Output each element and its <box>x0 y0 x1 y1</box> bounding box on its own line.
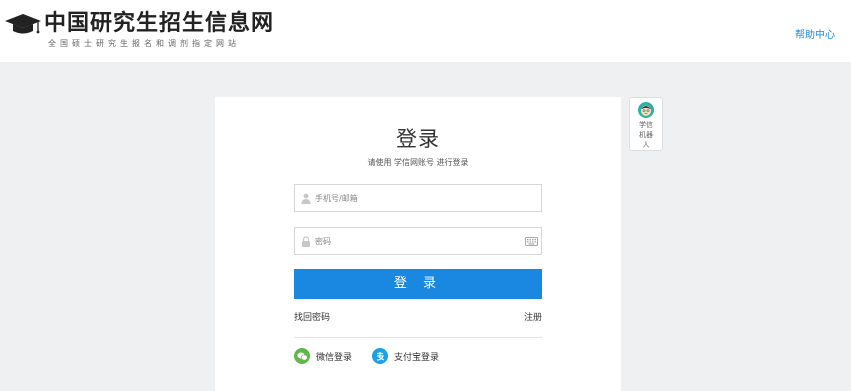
wechat-icon <box>294 348 310 364</box>
alipay-login-link[interactable]: 支付宝登录 <box>372 348 439 364</box>
divider <box>294 337 542 338</box>
login-card: 登录 请使用 学信网账号 进行登录 手机号/邮箱 登 录 找回密码 注册 微信登… <box>215 97 621 391</box>
alipay-login-label: 支付宝登录 <box>394 352 440 363</box>
username-field[interactable] <box>294 184 542 212</box>
username-input[interactable] <box>315 185 541 211</box>
alipay-icon <box>372 348 388 364</box>
user-icon <box>301 192 311 204</box>
register-link[interactable]: 注册 <box>524 310 542 323</box>
password-field[interactable] <box>294 227 542 255</box>
robot-assistant-button[interactable]: 学信机器人 <box>629 97 663 151</box>
login-button[interactable]: 登 录 <box>294 269 542 299</box>
site-logo[interactable]: 中国研究生招生信息网 全国硕士研究生报名和调剂指定网站 <box>4 11 274 50</box>
wechat-login-label: 微信登录 <box>316 352 353 363</box>
robot-avatar-icon <box>638 102 654 118</box>
wechat-login-link[interactable]: 微信登录 <box>294 348 352 364</box>
forgot-password-link[interactable]: 找回密码 <box>294 310 330 323</box>
site-title: 中国研究生招生信息网 <box>44 11 275 36</box>
robot-label: 学信机器人 <box>639 121 653 149</box>
keyboard-icon[interactable] <box>525 236 538 246</box>
login-title: 登录 <box>396 127 440 151</box>
help-center-link[interactable]: 帮助中心 <box>795 26 835 41</box>
password-input[interactable] <box>315 228 525 254</box>
graduation-cap-icon <box>5 14 41 34</box>
main-area: 登录 请使用 学信网账号 进行登录 手机号/邮箱 登 录 找回密码 注册 微信登… <box>0 62 851 391</box>
site-header: 中国研究生招生信息网 全国硕士研究生报名和调剂指定网站 帮助中心 <box>0 0 851 62</box>
lock-icon <box>301 235 311 247</box>
login-description: 请使用 学信网账号 进行登录 <box>367 158 469 167</box>
site-subtitle: 全国硕士研究生报名和调剂指定网站 <box>48 39 240 48</box>
